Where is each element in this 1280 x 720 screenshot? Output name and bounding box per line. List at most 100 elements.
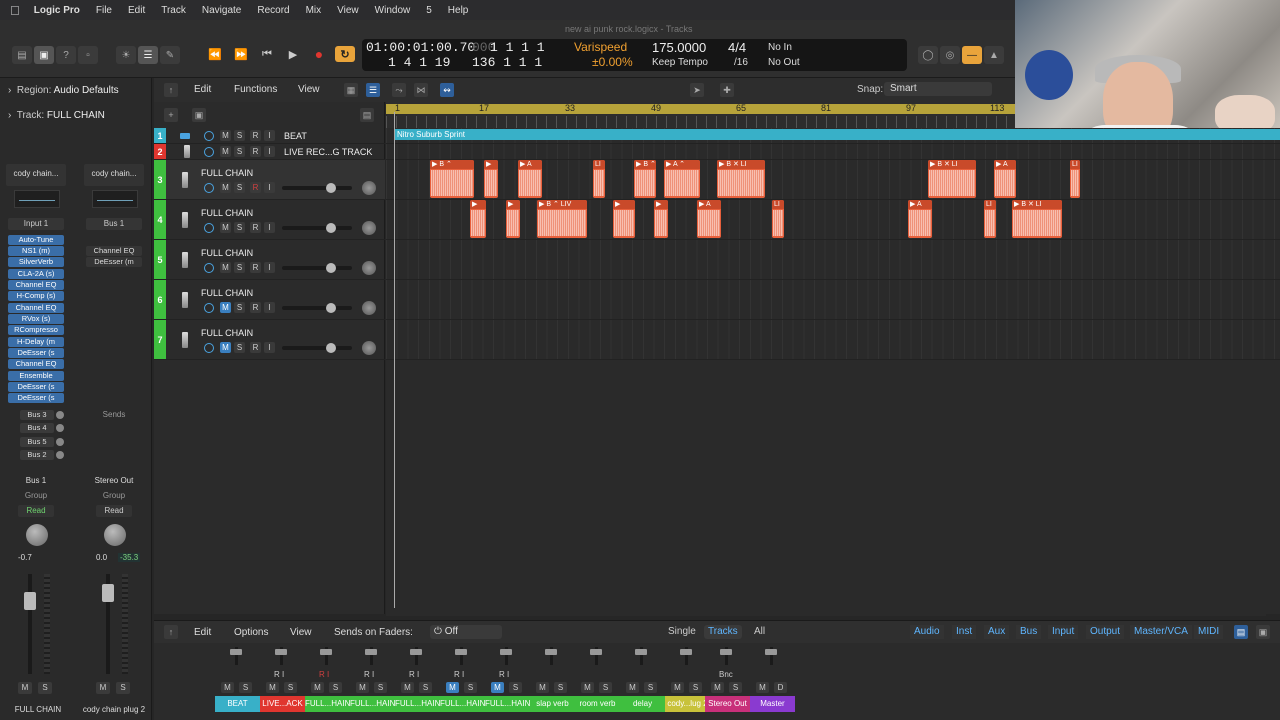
channel-7-solo[interactable]: S bbox=[509, 682, 522, 693]
strip1-fader-track[interactable] bbox=[28, 574, 32, 674]
track-7-input[interactable]: I bbox=[264, 342, 275, 353]
track-2-name[interactable]: LIVE REC...G TRACK bbox=[284, 147, 372, 157]
track-1-mute[interactable]: M bbox=[220, 130, 231, 141]
channel-1-fader-thumb[interactable] bbox=[230, 649, 242, 655]
strip1-plugin-3[interactable]: SilverVerb bbox=[8, 257, 64, 267]
track-2-solo[interactable]: S bbox=[234, 146, 245, 157]
track-5-volume-slider[interactable] bbox=[282, 263, 352, 273]
channel-1-label[interactable]: BEAT bbox=[215, 696, 260, 712]
channel-12-solo[interactable]: S bbox=[729, 682, 742, 693]
strip1-plugin-2[interactable]: NS1 (m) bbox=[8, 246, 64, 256]
channel-13-mute[interactable]: M bbox=[756, 682, 769, 693]
channel-1-solo[interactable]: S bbox=[239, 682, 252, 693]
strip1-plugin-10[interactable]: H-Delay (m bbox=[8, 337, 64, 347]
strip1-plugin-4[interactable]: CLA-2A (s) bbox=[8, 269, 64, 279]
rewind-icon[interactable]: ⏪ bbox=[205, 46, 225, 62]
channel-2-solo[interactable]: S bbox=[284, 682, 297, 693]
strip2-peak[interactable]: -35.3 bbox=[118, 553, 141, 562]
menu-navigate[interactable]: Navigate bbox=[202, 5, 241, 16]
channel-3-fader-thumb[interactable] bbox=[320, 649, 332, 655]
strip1-send-3[interactable]: Bus 5 bbox=[20, 437, 54, 447]
strip2-group[interactable]: Group bbox=[84, 491, 144, 500]
track-4-pan-knob[interactable] bbox=[362, 221, 376, 235]
track-3-power-icon[interactable] bbox=[204, 183, 214, 193]
bar-ruler[interactable]: 1 17 33 49 65 81 97 113 bbox=[386, 102, 1015, 128]
lcd-display[interactable]: 01:00:01:00.70 000 1 1 1 1 1 4 1 19 136 … bbox=[362, 39, 907, 71]
strip2-plugin-1[interactable]: Channel EQ bbox=[86, 246, 142, 256]
track-4-solo[interactable]: S bbox=[234, 222, 245, 233]
track-5-input[interactable]: I bbox=[264, 262, 275, 273]
track-4-name[interactable]: FULL CHAIN bbox=[201, 208, 253, 218]
global-tracks-icon[interactable]: ▤ bbox=[360, 108, 374, 122]
tab-tracks[interactable]: Tracks bbox=[704, 625, 742, 639]
strip2-fader-thumb[interactable] bbox=[102, 584, 114, 602]
track-5-solo[interactable]: S bbox=[234, 262, 245, 273]
catch-icon[interactable]: ↭ bbox=[440, 83, 454, 97]
track-3-mute[interactable]: M bbox=[220, 182, 231, 193]
channel-12-mute[interactable]: M bbox=[711, 682, 724, 693]
play-icon[interactable]: ▶ bbox=[283, 46, 303, 62]
strip1-solo-button[interactable]: S bbox=[38, 682, 52, 694]
strip1-eq-thumbnail[interactable] bbox=[14, 190, 60, 208]
mixer-options-menu[interactable]: Options bbox=[234, 627, 268, 638]
audio-region[interactable]: ▶ A bbox=[908, 200, 932, 238]
track-5-power-icon[interactable] bbox=[204, 263, 214, 273]
functions-menu[interactable]: Functions bbox=[234, 84, 277, 95]
audio-region[interactable]: ▶ B ⌃ LIV bbox=[537, 200, 587, 238]
channel-12-label[interactable]: Stereo Out bbox=[705, 696, 750, 712]
strip1-plugin-1[interactable]: Auto-Tune bbox=[8, 235, 64, 245]
cycle-icon[interactable]: ↻ bbox=[335, 46, 355, 62]
track-7-record[interactable]: R bbox=[250, 342, 261, 353]
secondary-tool-icon[interactable]: ✚ bbox=[720, 83, 734, 97]
menu-mix[interactable]: Mix bbox=[306, 5, 322, 16]
channel-11-label[interactable]: cody...lug 2 bbox=[665, 696, 710, 712]
strip1-plugin-5[interactable]: Channel EQ bbox=[8, 280, 64, 290]
channel-9-solo[interactable]: S bbox=[599, 682, 612, 693]
track-5-name[interactable]: FULL CHAIN bbox=[201, 248, 253, 258]
list-icon[interactable]: ☰ bbox=[366, 83, 380, 97]
pointer-tool-icon[interactable]: ➤ bbox=[690, 83, 704, 97]
track-7-mute[interactable]: M bbox=[220, 342, 231, 353]
filter-inst[interactable]: Inst bbox=[952, 625, 977, 639]
view-menu[interactable]: View bbox=[298, 84, 320, 95]
strip1-plugin-14[interactable]: DeEsser (s bbox=[8, 382, 64, 392]
channel-8-fader-thumb[interactable] bbox=[545, 649, 557, 655]
track-3-name[interactable]: FULL CHAIN bbox=[201, 168, 253, 178]
channel-6-fader-thumb[interactable] bbox=[455, 649, 467, 655]
mixer-icon[interactable]: ☰ bbox=[138, 46, 158, 64]
menu-window[interactable]: Window bbox=[375, 5, 411, 16]
audio-region[interactable]: ▶ B ⌃ bbox=[634, 160, 656, 198]
channel-11-solo[interactable]: S bbox=[689, 682, 702, 693]
filter-midi[interactable]: MIDI bbox=[1194, 625, 1224, 639]
strip1-mute-button[interactable]: M bbox=[18, 682, 32, 694]
strip2-input[interactable]: Bus 1 bbox=[86, 218, 142, 230]
channel-2-label[interactable]: LIVE...ACK bbox=[260, 696, 305, 712]
track-3-solo[interactable]: S bbox=[234, 182, 245, 193]
channel-10-mute[interactable]: M bbox=[626, 682, 639, 693]
track-row-1[interactable]: 1 M S R I BEAT bbox=[154, 128, 385, 144]
audio-region[interactable]: ▶ B ✕ LI bbox=[717, 160, 765, 198]
audio-region[interactable]: ▶ A ⌃ bbox=[664, 160, 700, 198]
strip1-plugin-13[interactable]: Ensemble bbox=[8, 371, 64, 381]
strip1-output[interactable]: Bus 1 bbox=[6, 476, 66, 485]
audio-region[interactable]: ▶ bbox=[654, 200, 668, 238]
audio-region[interactable]: ▶ B ✕ LI bbox=[928, 160, 976, 198]
track-7-power-icon[interactable] bbox=[204, 343, 214, 353]
channel-4-ri[interactable]: R I bbox=[364, 670, 374, 679]
track-2-input[interactable]: I bbox=[264, 146, 275, 157]
track-6-volume-thumb[interactable] bbox=[326, 303, 336, 313]
mixer-up-icon[interactable]: ↑ bbox=[164, 625, 178, 639]
flex-icon[interactable]: ⋈ bbox=[414, 83, 428, 97]
channel-8-label[interactable]: slap verb bbox=[530, 696, 575, 712]
channel-9-fader-thumb[interactable] bbox=[590, 649, 602, 655]
strip1-send-1[interactable]: Bus 3 bbox=[20, 410, 54, 420]
smart-controls-icon[interactable]: ☀ bbox=[116, 46, 136, 64]
menu-record[interactable]: Record bbox=[257, 5, 289, 16]
editors-icon[interactable]: ✎ bbox=[160, 46, 180, 64]
channel-4-fader-thumb[interactable] bbox=[365, 649, 377, 655]
channel-3-solo[interactable]: S bbox=[329, 682, 342, 693]
strip1-pan-knob[interactable] bbox=[26, 524, 48, 546]
track-6-solo[interactable]: S bbox=[234, 302, 245, 313]
audio-region[interactable]: ▶ bbox=[613, 200, 635, 238]
track-7-pan-knob[interactable] bbox=[362, 341, 376, 355]
